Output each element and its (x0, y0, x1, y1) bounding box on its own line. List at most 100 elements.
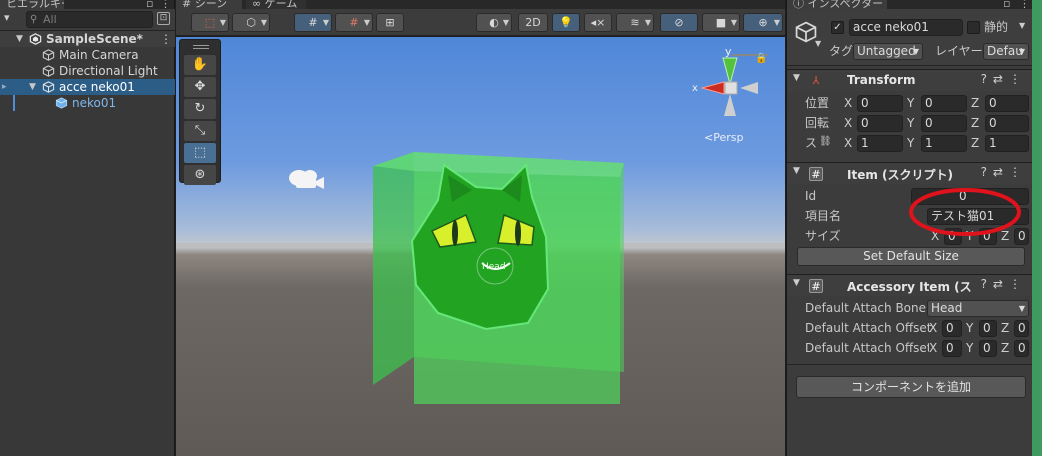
rotation-offset-x-input[interactable]: 0 (942, 340, 962, 357)
camera-settings-button[interactable]: ■ ▼ (702, 13, 740, 32)
tree-item-label: acce neko01 (59, 80, 135, 94)
mode-2d-button[interactable]: 2D (518, 13, 548, 32)
x-label: X (844, 116, 853, 130)
accessory-item-header[interactable]: ▼ # Accessory Item (ス ?⇄⋮ (787, 274, 1033, 296)
prefab-icon (55, 97, 68, 109)
transform-icon: ⊛ (194, 167, 206, 182)
layer-dropdown[interactable]: Defau ▼ (983, 43, 1029, 60)
render-mode-button[interactable]: ⬡ ▼ (232, 13, 270, 32)
inspector-tabbar: ⓘ インスペクター ▫ ⋮ (787, 0, 1032, 10)
persp-label[interactable]: <Persp (704, 131, 743, 144)
transform-tool-button[interactable]: ⊛ (184, 165, 216, 185)
light-bulb-icon: 💡 (559, 16, 573, 29)
offset-y-input[interactable]: 0 (979, 320, 997, 337)
chevron-down-icon[interactable]: ▼ (1019, 21, 1025, 30)
size-label: サイズ (805, 229, 841, 243)
attach-bone-dropdown[interactable]: Head ▼ (927, 300, 1029, 317)
tree-item-acce-neko01[interactable]: ▸ ▼ acce neko01 (0, 79, 175, 95)
draw-mode-icon: ⬚ (204, 16, 216, 29)
attach-bone-label: Default Attach Bone I (805, 301, 934, 315)
z-label: Z (1001, 341, 1010, 355)
hierarchy-search-input[interactable]: ⚲ All (26, 11, 153, 28)
rotation-offset-y-input[interactable]: 0 (979, 340, 997, 357)
rect-tool-button[interactable]: ⬚ (184, 143, 216, 163)
audio-toggle-button[interactable]: ◂× (584, 13, 612, 32)
offset-z-input[interactable]: 0 (1014, 320, 1029, 337)
chevron-down-icon: ▼ (219, 18, 226, 27)
tab-hierarchy[interactable]: ヒエラルキー (0, 0, 64, 9)
hierarchy-panel: ヒエラルキー ▫ ⋮ ▾ ⚲ All ⊡ ▼ SampleScene* ⋮ (0, 0, 175, 456)
tab-game[interactable]: ∞ ゲーム (246, 0, 306, 9)
scale-y-input[interactable]: 1 (921, 135, 967, 152)
attach-bone-value: Head (931, 301, 963, 315)
tree-item-directional-light[interactable]: Directional Light (0, 63, 175, 79)
foldout-arrow-icon[interactable]: ▼ (793, 73, 800, 83)
position-z-input[interactable]: 0 (985, 95, 1029, 112)
shading-mode-button[interactable]: ◐ ▼ (476, 13, 512, 32)
gizmos-button[interactable]: ⊕ ▼ (743, 13, 783, 32)
foldout-arrow-icon[interactable]: ▼ (793, 278, 800, 288)
position-x-input[interactable]: 0 (857, 95, 903, 112)
offset-x-input[interactable]: 0 (942, 320, 962, 337)
gizmo-lock-icon[interactable]: 🔒 (755, 53, 767, 64)
rotation-z-input[interactable]: 0 (985, 115, 1029, 132)
chevron-down-icon[interactable]: ▼ (815, 39, 821, 48)
static-checkbox[interactable] (967, 21, 980, 34)
hand-tool-button[interactable]: ✋ (184, 55, 216, 75)
set-default-size-button[interactable]: Set Default Size (797, 247, 1025, 266)
position-y-input[interactable]: 0 (921, 95, 967, 112)
scale-z-input[interactable]: 1 (985, 135, 1029, 152)
tag-dropdown[interactable]: Untagged ▼ (853, 43, 923, 60)
expand-arrow-icon[interactable]: ▼ (29, 79, 36, 95)
tab-label: ゲーム (264, 0, 298, 9)
scene-viewport[interactable]: y x <Persp 🔒 Head (176, 37, 785, 456)
lighting-toggle-button[interactable]: 💡 (552, 13, 580, 32)
tool-palette-grip[interactable] (193, 45, 209, 49)
object-name-input[interactable]: acce neko01 (849, 19, 963, 36)
tree-item-neko01[interactable]: neko01 (0, 95, 175, 111)
rotate-tool-button[interactable]: ↻ (184, 99, 216, 119)
prefab-override-icon: ▸ (2, 82, 7, 92)
axis-y-label: y (725, 45, 732, 58)
add-dropdown-icon[interactable]: ▾ (4, 11, 10, 24)
draw-mode-button[interactable]: ⬚ ▼ (191, 13, 229, 32)
link-icon[interactable]: ⛓ (819, 136, 832, 147)
rotation-offset-z-input[interactable]: 0 (1014, 340, 1029, 357)
snap-icon: # (349, 16, 359, 29)
tab-inspector[interactable]: ⓘ インスペクター (787, 0, 887, 9)
accessory-title: Accessory Item (ス (847, 280, 972, 294)
scene-menu-icon[interactable]: ⋮ (160, 31, 172, 47)
scene-visibility-icon[interactable]: ⊡ (157, 12, 170, 25)
rotation-label: 回転 (805, 116, 830, 130)
ruler-button[interactable]: ⊞ (376, 13, 404, 32)
scale-x-input[interactable]: 1 (857, 135, 903, 152)
expand-arrow-icon[interactable]: ▼ (16, 31, 23, 47)
foldout-arrow-icon[interactable]: ▼ (793, 166, 800, 176)
move-tool-button[interactable]: ✥ (184, 77, 216, 97)
component-header-icons[interactable]: ?⇄⋮ (981, 165, 1027, 179)
rotation-x-input[interactable]: 0 (857, 115, 903, 132)
component-header-icons[interactable]: ?⇄⋮ (981, 277, 1027, 291)
active-checkbox[interactable]: ✓ (831, 21, 844, 34)
scene-toolbar: ⬚ ▼ ⬡ ▼ # ▼ # ▼ ⊞ ◐ ▼ 2D 💡 ◂× ≋ ▼ ⊘ ■ ▼ ⊕ ▼ (176, 9, 785, 36)
scene-tab-icon: # (182, 0, 195, 9)
rotation-y-input[interactable]: 0 (921, 115, 967, 132)
item-script-header[interactable]: ▼ # Item (スクリプト) ?⇄⋮ (787, 162, 1033, 184)
scene-visibility-button[interactable]: ⊘ (660, 13, 698, 32)
grid-snap-button[interactable]: # ▼ (294, 13, 332, 32)
transform-header[interactable]: ▼ ⅄ Transform ?⇄⋮ (787, 69, 1033, 91)
add-component-button[interactable]: コンポーネントを追加 (796, 376, 1026, 398)
tree-item-main-camera[interactable]: Main Camera (0, 47, 175, 63)
transform-title: Transform (847, 73, 916, 87)
tab-scene[interactable]: # シーン (176, 0, 242, 9)
y-label: Y (907, 136, 915, 150)
gameobject-header: ▼ ✓ acce neko01 静的 ▼ タグ Untagged ▼ レイヤー D… (787, 9, 1033, 66)
scale-tool-button[interactable]: ⤡ (184, 121, 216, 141)
hierarchy-tabbar: ヒエラルキー ▫ ⋮ (0, 0, 174, 10)
tree-item-scene[interactable]: ▼ SampleScene* ⋮ (0, 31, 175, 47)
divider (787, 364, 1033, 365)
effects-button[interactable]: ≋ ▼ (616, 13, 654, 32)
snap-increment-button[interactable]: # ▼ (335, 13, 373, 32)
x-label: X (844, 136, 853, 150)
component-header-icons[interactable]: ?⇄⋮ (981, 72, 1027, 86)
